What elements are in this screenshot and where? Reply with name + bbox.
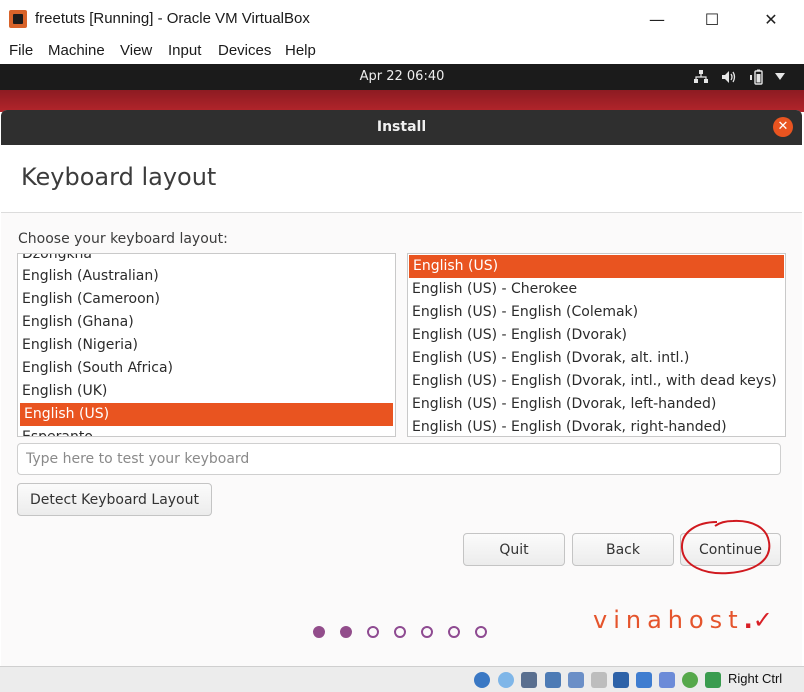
list-item[interactable]: English (South Africa) (18, 357, 395, 380)
detect-keyboard-layout-button[interactable]: Detect Keyboard Layout (17, 483, 212, 516)
list-item[interactable]: English (US) - English (Dvorak, intl., w… (408, 370, 785, 393)
virtualbox-app-icon (9, 10, 27, 28)
close-window-button[interactable]: ✕ (748, 0, 794, 38)
list-item[interactable]: Esperanto (18, 426, 395, 436)
dialog-title: Install (376, 119, 427, 135)
menu-arrow-icon[interactable] (775, 73, 785, 80)
menu-bar: File Machine View Input Devices Help (0, 38, 804, 64)
menu-machine[interactable]: Machine (48, 42, 105, 59)
watermark-check-icon: .✓ (743, 606, 773, 634)
list-item[interactable]: English (US) - English (Dvorak, right-ha… (408, 416, 785, 436)
choose-layout-label: Choose your keyboard layout: (18, 231, 228, 247)
list-item[interactable]: English (US) - English (Dvorak, left-han… (408, 393, 785, 416)
quit-button[interactable]: Quit (463, 533, 565, 566)
list-item-selected[interactable]: English (US) (20, 403, 393, 426)
page-heading-area: Keyboard layout (1, 145, 802, 213)
network-icon[interactable] (694, 70, 708, 84)
watermark-text: vinahost (593, 606, 744, 634)
window-title: freetuts [Running] - Oracle VM VirtualBo… (35, 10, 310, 27)
progress-dot (367, 626, 379, 638)
list-item[interactable]: English (Australian) (18, 265, 395, 288)
list-item[interactable]: English (US) - Cherokee (408, 278, 785, 301)
menu-view[interactable]: View (120, 42, 152, 59)
list-item[interactable]: English (US) - English (Colemak) (408, 301, 785, 324)
menu-devices[interactable]: Devices (218, 42, 271, 59)
battery-icon[interactable] (749, 69, 767, 85)
optical-drive-icon[interactable] (498, 672, 514, 688)
clock[interactable]: Apr 22 06:40 (0, 69, 804, 84)
virtualbox-status-bar: Right Ctrl (0, 666, 804, 692)
menu-file[interactable]: File (9, 42, 33, 59)
shared-folders-icon[interactable] (591, 672, 607, 688)
list-item[interactable]: English (US) - English (Dvorak, alt. int… (408, 347, 785, 370)
list-item[interactable]: English (Nigeria) (18, 334, 395, 357)
page-title: Keyboard layout (21, 163, 217, 191)
list-item-selected[interactable]: English (US) (409, 255, 784, 278)
list-item[interactable]: English (UK) (18, 380, 395, 403)
mouse-integration-icon[interactable] (705, 672, 721, 688)
variant-list[interactable]: English (US) English (US) - Cherokee Eng… (407, 253, 786, 437)
progress-dot (421, 626, 433, 638)
list-item[interactable]: English (Cameroon) (18, 288, 395, 311)
vt-x-icon[interactable] (659, 672, 675, 688)
layout-list[interactable]: Dzongkha English (Australian) English (C… (17, 253, 396, 437)
install-dialog: Install ✕ Keyboard layout Choose your ke… (1, 110, 802, 666)
progress-dot-complete (340, 626, 352, 638)
back-button[interactable]: Back (572, 533, 674, 566)
ubuntu-top-bar: Apr 22 06:40 (0, 64, 804, 90)
desktop-background (0, 90, 804, 112)
guest-additions-icon[interactable] (682, 672, 698, 688)
progress-dot (394, 626, 406, 638)
minimize-button[interactable]: — (634, 0, 680, 38)
usb-icon[interactable] (568, 672, 584, 688)
network-adapter-icon[interactable] (545, 672, 561, 688)
progress-dot-complete (313, 626, 325, 638)
keyboard-test-input[interactable] (17, 443, 781, 475)
volume-icon[interactable] (721, 70, 737, 84)
vinahost-watermark-logo: vinahost.✓ (593, 606, 773, 634)
window-titlebar: freetuts [Running] - Oracle VM VirtualBo… (0, 0, 804, 39)
video-capture-icon[interactable] (636, 672, 652, 688)
annotation-circle (680, 519, 771, 575)
menu-help[interactable]: Help (285, 42, 316, 59)
display-icon[interactable] (613, 672, 629, 688)
progress-dot (475, 626, 487, 638)
progress-dot (448, 626, 460, 638)
hard-disk-icon[interactable] (474, 672, 490, 688)
list-item[interactable]: English (Ghana) (18, 311, 395, 334)
list-item[interactable]: English (US) - English (Dvorak) (408, 324, 785, 347)
maximize-button[interactable]: ☐ (689, 0, 735, 38)
host-key-label: Right Ctrl (728, 671, 783, 686)
audio-icon[interactable] (521, 672, 537, 688)
dialog-header: Install ✕ (1, 110, 802, 145)
menu-input[interactable]: Input (168, 42, 201, 59)
dialog-close-icon[interactable]: ✕ (773, 117, 793, 137)
